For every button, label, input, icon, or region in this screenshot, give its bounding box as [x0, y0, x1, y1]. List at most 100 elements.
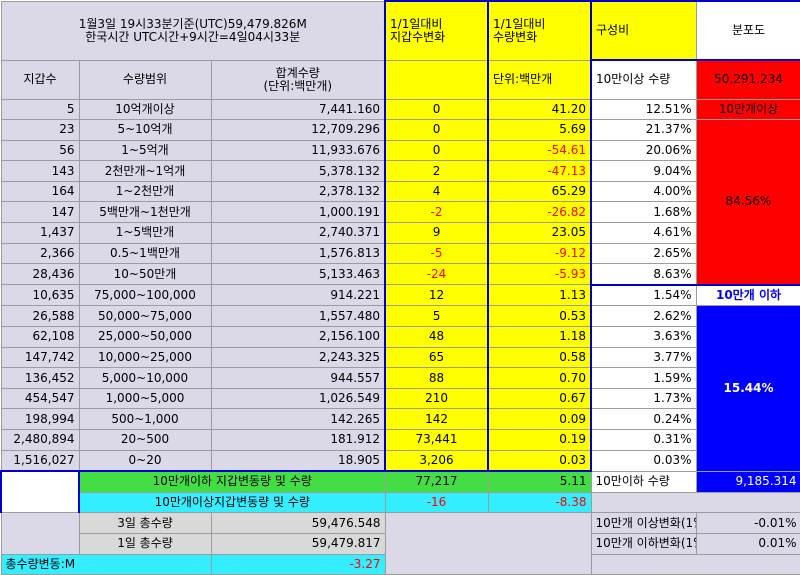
qty-range-cell: 1~5백만개 [78, 222, 212, 244]
distribution-over-pct: 84.56% [695, 119, 800, 286]
table-row: 1,516,027 0~20 18.905 3,206 0.03 0.03% [0, 449, 800, 472]
total-column-header-line2: (단위:백만개) [263, 78, 333, 93]
distribution-under-pct: 15.44% [695, 305, 800, 472]
qty-change-cell: 0.67 [487, 387, 592, 410]
summary-blank-cell [0, 470, 80, 514]
table-row: 26,588 50,000~75,000 1,557.480 5 0.53 2.62% 15… [0, 305, 800, 472]
over-100k-qty-label: 10만이상 수량 [590, 59, 697, 100]
under-100k-wallet-change: 77,217 [384, 470, 489, 493]
day3-total-value: 59,476.548 [210, 512, 386, 534]
timestamp-utc: 1월3일 19시33분기준(UTC)59,479.826M [78, 16, 307, 31]
wallet-change-subheader [384, 59, 489, 100]
wallet-change-cell: 210 [384, 387, 489, 410]
wallet-change-cell: 48 [384, 326, 489, 348]
qty-change-cell: 1.18 [487, 326, 592, 348]
total-qty-cell: 1,026.549 [210, 387, 386, 410]
total-change-value: -3.27 [210, 553, 386, 575]
composition-header: 구성비 [590, 0, 697, 61]
qty-change-cell: 65.29 [487, 180, 592, 203]
qty-range-cell: 5~10억개 [78, 119, 212, 141]
over-100k-qty-change: -8.38 [487, 491, 592, 514]
ratio-cell: 0.03% [590, 449, 697, 472]
qty-range-cell: 0.5~1백만개 [78, 242, 212, 265]
total-change-label: 총수량변동:M [0, 553, 212, 575]
qty-range-cell: 1~5억개 [78, 139, 212, 162]
ratio-cell: 1.59% [590, 367, 697, 389]
distribution-header: 분포도 [695, 0, 800, 61]
under-100k-qty-change: 5.11 [487, 470, 592, 493]
ratio-cell: 9.04% [590, 160, 697, 182]
timestamp-kst: 한국시간 UTC시간+9시간=4일04시33분 [85, 29, 301, 44]
wallet-count-cell: 1,437 [0, 222, 80, 244]
table-row: 136,452 5,000~10,000 944.557 88 0.70 1.59% [0, 367, 800, 389]
wallet-count-cell: 23 [0, 119, 80, 141]
over-100k-wallet-change: -16 [384, 491, 489, 514]
qty-range-cell: 5백만개~1천만개 [78, 201, 212, 224]
qty-range-cell: 25,000~50,000 [78, 326, 212, 348]
qty-change-cell: -47.13 [487, 160, 592, 182]
wallet-change-cell: 0 [384, 98, 489, 121]
qty-range-cell: 1~2천만개 [78, 180, 212, 203]
wallet-change-cell: 0 [384, 119, 489, 141]
wallet-change-cell: 0 [384, 139, 489, 162]
qty-change-header-line1: 1/1일대비 [493, 16, 546, 31]
wallet-change-cell: -2 [384, 201, 489, 224]
total-qty-cell: 944.557 [210, 367, 386, 389]
timestamp-header: 1월3일 19시33분기준(UTC)59,479.826M 한국시간 UTC시간… [0, 0, 386, 61]
summary-gap-cell [384, 512, 592, 575]
summary-row: 10만개이하 지갑변동량 및 수량 77,217 5.11 10만이하 수량 9,185… [0, 470, 800, 514]
ratio-cell: 3.77% [590, 346, 697, 369]
ratio-cell: 4.00% [590, 180, 697, 203]
over-100k-ratio-change-label: 10만개 이상변화(1일대비) [590, 512, 697, 534]
wallet-count-cell: 56 [0, 139, 80, 162]
day3-total-label: 3일 총수량 [78, 512, 212, 534]
table-row: 198,994 500~1,000 142.265 142 0.09 0.24% [0, 408, 800, 430]
total-qty-cell: 2,378.132 [210, 180, 386, 203]
qty-range-cell: 50,000~75,000 [78, 305, 212, 328]
table-row: 143 2천만개~1억개 5,378.132 2 -47.13 9.04% [0, 160, 800, 182]
qty-change-cell: -5.93 [487, 263, 592, 286]
ratio-cell: 1.54% [590, 283, 697, 307]
under-100k-qty-label: 10만이하 수량 [590, 470, 697, 493]
total-qty-cell: 181.912 [210, 429, 386, 451]
wallet-count-cell: 26,588 [0, 305, 80, 328]
total-qty-cell: 914.221 [210, 284, 386, 307]
distribution-table: 1월3일 19시33분기준(UTC)59,479.826M 한국시간 UTC시간… [0, 0, 800, 575]
summary-row: 3일 총수량59,476.548 10만개 이상변화(1일대비)-0.01% [0, 512, 800, 575]
qty-range-cell: 500~1,000 [78, 408, 212, 430]
total-column-header: 합계수량 (단위:백만개) [210, 59, 386, 100]
wallet-count-cell: 5 [0, 98, 80, 121]
qty-change-cell: 23.05 [487, 222, 592, 244]
table-row: 23 5~10억개 12,709.296 0 5.69 21.37% 84.56% [0, 119, 800, 286]
wallet-change-cell: 88 [384, 367, 489, 389]
qty-change-cell: 0.09 [487, 408, 592, 430]
wallet-change-cell: 65 [384, 346, 489, 369]
total-column-header-line1: 합계수량 [275, 65, 320, 80]
table-row: 5 10억개이상 7,441.160 0 41.20 12.51% 10만개이상 [0, 98, 800, 121]
table-row: 56 1~5억개 11,933.676 0 -54.61 20.06% [0, 139, 800, 162]
qty-change-cell: 0.19 [487, 429, 592, 451]
spreadsheet: 1월3일 19시33분기준(UTC)59,479.826M 한국시간 UTC시간… [0, 0, 800, 575]
wallet-count-cell: 10,635 [0, 284, 80, 307]
table-row: 454,547 1,000~5,000 1,026.549 210 0.67 1.73% [0, 387, 800, 410]
qty-change-cell: 0.53 [487, 305, 592, 328]
ratio-cell: 4.61% [590, 222, 697, 244]
wallet-change-cell: -5 [384, 242, 489, 265]
qty-change-cell: 41.20 [487, 98, 592, 121]
table-row: 147,742 10,000~25,000 2,243.325 65 0.58 3.77% [0, 346, 800, 369]
table-row: 62,108 25,000~50,000 2,156.100 48 1.18 3.63% [0, 326, 800, 348]
over-100k-change-label: 10만개이상지갑변동량 및 수량 [78, 491, 386, 514]
table-row: 1,437 1~5백만개 2,740.371 9 23.05 4.61% [0, 222, 800, 244]
under-100k-ratio-change-label: 10만개 이하변화(1일대비) [590, 532, 697, 555]
wallet-change-cell: 73,441 [384, 429, 489, 451]
distribution-over-label: 10만개이상 [695, 98, 800, 121]
under-100k-ratio-change-value: 0.01% [695, 532, 800, 555]
wallet-count-cell: 147 [0, 201, 80, 224]
wallet-change-cell: 3,206 [384, 449, 489, 472]
day1-total-label: 1일 총수량 [78, 532, 212, 555]
qty-change-cell: -9.12 [487, 242, 592, 265]
ratio-cell: 1.68% [590, 201, 697, 224]
wallet-change-cell: 12 [384, 284, 489, 307]
table-row: 147 5백만개~1천만개 1,000.191 -2 -26.82 1.68% [0, 201, 800, 224]
wallet-change-header-line2: 지갑수변화 [390, 29, 446, 44]
